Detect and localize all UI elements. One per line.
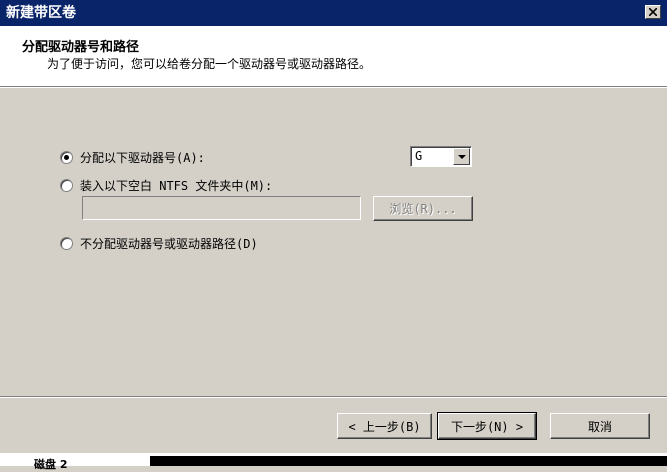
close-button[interactable] bbox=[645, 5, 661, 19]
drive-letter-value: G bbox=[415, 149, 423, 163]
window-title: 新建带区卷 bbox=[6, 5, 76, 21]
wizard-header: 分配驱动器号和路径 为了便于访问，您可以给卷分配一个驱动器号或驱动器路径。 bbox=[0, 26, 667, 86]
assign-letter-label[interactable]: 分配以下驱动器号(A): bbox=[80, 149, 205, 166]
folder-path-input[interactable] bbox=[82, 196, 361, 220]
disk-bar bbox=[150, 456, 667, 466]
no-assign-label[interactable]: 不分配驱动器号或驱动器路径(D) bbox=[80, 235, 258, 252]
assign-letter-radio[interactable] bbox=[60, 151, 73, 164]
title-bar: 新建带区卷 bbox=[0, 0, 667, 26]
next-button[interactable]: 下一步(N) > bbox=[437, 412, 537, 440]
page-title: 分配驱动器号和路径 bbox=[22, 40, 140, 55]
no-assign-radio[interactable] bbox=[60, 237, 73, 250]
header-divider bbox=[0, 86, 667, 88]
mount-folder-label[interactable]: 装入以下空白 NTFS 文件夹中(M): bbox=[80, 177, 272, 194]
close-icon bbox=[649, 8, 657, 16]
mount-folder-radio[interactable] bbox=[60, 179, 73, 192]
disk-label: 磁盘 2 bbox=[34, 458, 68, 471]
cancel-button[interactable]: 取消 bbox=[550, 413, 650, 439]
browse-button[interactable]: 浏览(R)... bbox=[373, 196, 473, 221]
back-button[interactable]: < 上一步(B) bbox=[337, 413, 432, 439]
drive-letter-select[interactable]: G bbox=[410, 146, 472, 167]
footer-divider bbox=[0, 396, 667, 398]
chevron-down-icon[interactable] bbox=[453, 148, 470, 165]
page-subtitle: 为了便于访问，您可以给卷分配一个驱动器号或驱动器路径。 bbox=[47, 57, 372, 71]
